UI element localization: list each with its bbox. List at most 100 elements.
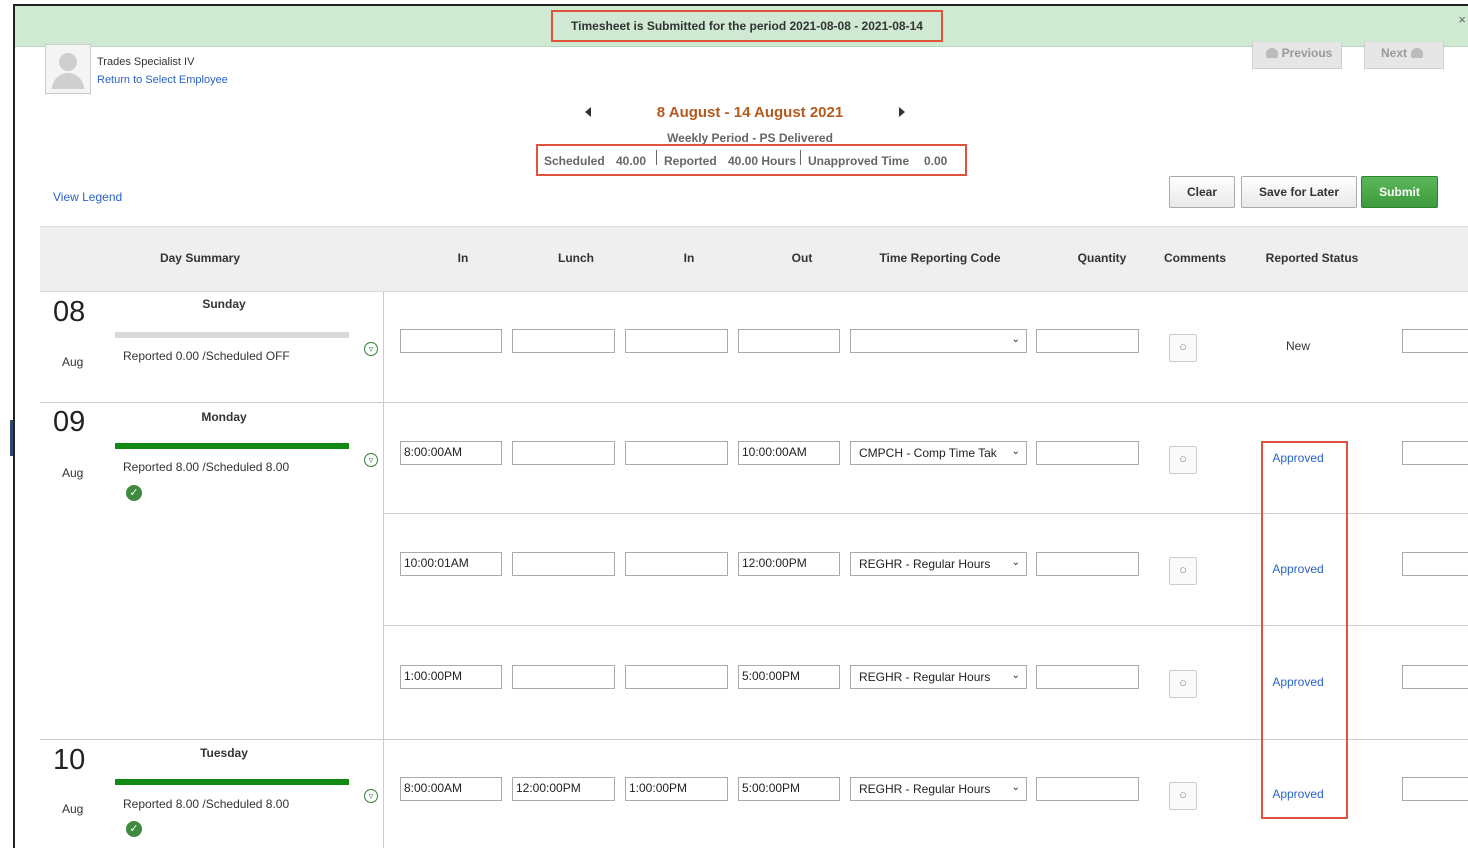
in-time-field[interactable] [625,552,728,576]
out-time-field[interactable]: 10:00:00AM [738,441,840,465]
unapproved-label: Unapproved Time [808,154,910,168]
chevron-down-icon: ⌄ [1011,557,1020,568]
expand-day-icon[interactable]: ▿ [364,453,378,467]
lunch-time-field[interactable] [512,441,615,465]
timesheet-page: Timesheet is Submitted for the period 20… [13,4,1468,848]
extra-field[interactable] [1402,665,1468,689]
comment-icon[interactable]: ○ [1169,782,1197,810]
in-time-field[interactable] [625,441,728,465]
avatar [45,44,91,94]
extra-field[interactable] [1402,441,1468,465]
comment-icon[interactable]: ○ [1169,557,1197,585]
time-reporting-code-select[interactable]: ⌄ [850,329,1027,353]
col-in: In [457,251,469,265]
next-period-arrow-icon[interactable] [899,107,905,117]
time-reporting-code-value: REGHR - Regular Hours [859,670,991,684]
day-name: Sunday [202,297,246,311]
time-reporting-code-select[interactable]: CMPCH - Comp Time Tak ⌄ [850,441,1027,465]
period-title: 8 August - 14 August 2021 [656,104,844,121]
chevron-down-icon: ⌄ [1011,782,1020,793]
extra-field[interactable] [1402,552,1468,576]
banner-message: Timesheet is Submitted for the period 20… [551,10,943,42]
in-time-field[interactable]: 10:00:01AM [400,552,502,576]
comment-icon[interactable]: ○ [1169,446,1197,474]
chevron-down-icon: ⌄ [1011,446,1020,457]
out-time-field[interactable] [738,329,840,353]
status-label: New [1285,339,1310,353]
lunch-time-field[interactable] [512,329,615,353]
expand-day-icon[interactable]: ▿ [364,789,378,803]
out-time-field[interactable]: 5:00:00PM [738,665,840,689]
extra-field[interactable] [1402,777,1468,801]
hours-summary: Scheduled 40.00 Reported 40.00 Hours Una… [536,144,967,176]
lunch-time-field[interactable]: 12:00:00PM [512,777,615,801]
next-label: Next [1380,46,1407,60]
previous-period-arrow-icon[interactable] [585,107,591,117]
time-reporting-code-value: REGHR - Regular Hours [859,782,991,796]
day-name: Tuesday [200,746,248,760]
clear-button[interactable]: Clear [1169,176,1235,208]
extra-field[interactable] [1402,329,1468,353]
lunch-time-field[interactable] [512,665,615,689]
day-number: 08 [53,296,86,328]
quantity-field[interactable] [1036,329,1139,353]
reported-value: 40.00 Hours [728,154,797,168]
out-time-field[interactable]: 12:00:00PM [738,552,840,576]
in-time-field[interactable] [400,329,502,353]
in-time-field[interactable] [625,665,728,689]
in-time-field[interactable]: 1:00:00PM [400,665,502,689]
check-circle-icon: ✓ [126,821,142,837]
chevron-down-icon: ⌄ [1011,670,1020,681]
check-circle-icon: ✓ [126,485,142,501]
col-out: Out [791,251,813,265]
expand-day-icon[interactable]: ▿ [364,342,378,356]
submission-banner: Timesheet is Submitted for the period 20… [15,6,1468,47]
day-reported-summary: Reported 8.00 /Scheduled 8.00 [123,460,290,474]
person-icon [1265,48,1278,58]
save-for-later-button[interactable]: Save for Later [1241,176,1357,208]
day-column-divider [383,292,384,848]
col-quantity: Quantity [1077,251,1127,265]
divider [800,150,801,165]
col-day-summary: Day Summary [159,251,241,265]
previous-label: Previous [1281,46,1333,60]
period-subtitle: Weekly Period - PS Delivered [667,131,833,145]
day-number: 09 [53,406,86,438]
scheduled-value: 40.00 [616,154,647,168]
quantity-field[interactable] [1036,441,1139,465]
employee-title: Trades Specialist IV [97,56,195,68]
out-time-field[interactable]: 5:00:00PM [738,777,840,801]
quantity-field[interactable] [1036,777,1139,801]
time-reporting-code-select[interactable]: REGHR - Regular Hours ⌄ [850,777,1027,801]
time-reporting-code-select[interactable]: REGHR - Regular Hours ⌄ [850,665,1027,689]
day-number: 10 [53,744,86,776]
return-to-select-employee-link[interactable]: Return to Select Employee [97,74,228,86]
quantity-field[interactable] [1036,665,1139,689]
time-reporting-code-value: CMPCH - Comp Time Tak [859,446,997,460]
lunch-time-field[interactable] [512,552,615,576]
chevron-down-icon: ⌄ [1011,334,1020,345]
in-time-field[interactable]: 8:00:00AM [400,777,502,801]
day-progress-bar [115,779,349,785]
person-body-icon [52,73,84,89]
in-time-field[interactable]: 1:00:00PM [625,777,728,801]
previous-button[interactable]: Previous [1252,42,1342,69]
next-button[interactable]: Next [1364,42,1444,69]
reported-label: Reported [664,154,717,168]
comment-icon[interactable]: ○ [1169,334,1197,362]
comment-icon[interactable]: ○ [1169,670,1197,698]
submit-button[interactable]: Submit [1361,176,1438,208]
day-month: Aug [62,466,84,480]
divider [384,402,1468,403]
col-comments: Comments [1163,251,1226,265]
in-time-field[interactable]: 8:00:00AM [400,441,502,465]
view-legend-link[interactable]: View Legend [53,190,122,204]
in-time-field[interactable] [625,329,728,353]
day-progress-bar [115,332,349,338]
time-reporting-code-select[interactable]: REGHR - Regular Hours ⌄ [850,552,1027,576]
quantity-field[interactable] [1036,552,1139,576]
grid-header: Day Summary In Lunch In Out Time Reporti… [40,226,1468,292]
close-icon[interactable]: × [1458,12,1466,27]
scheduled-label: Scheduled [544,154,605,168]
day-month: Aug [62,355,84,369]
